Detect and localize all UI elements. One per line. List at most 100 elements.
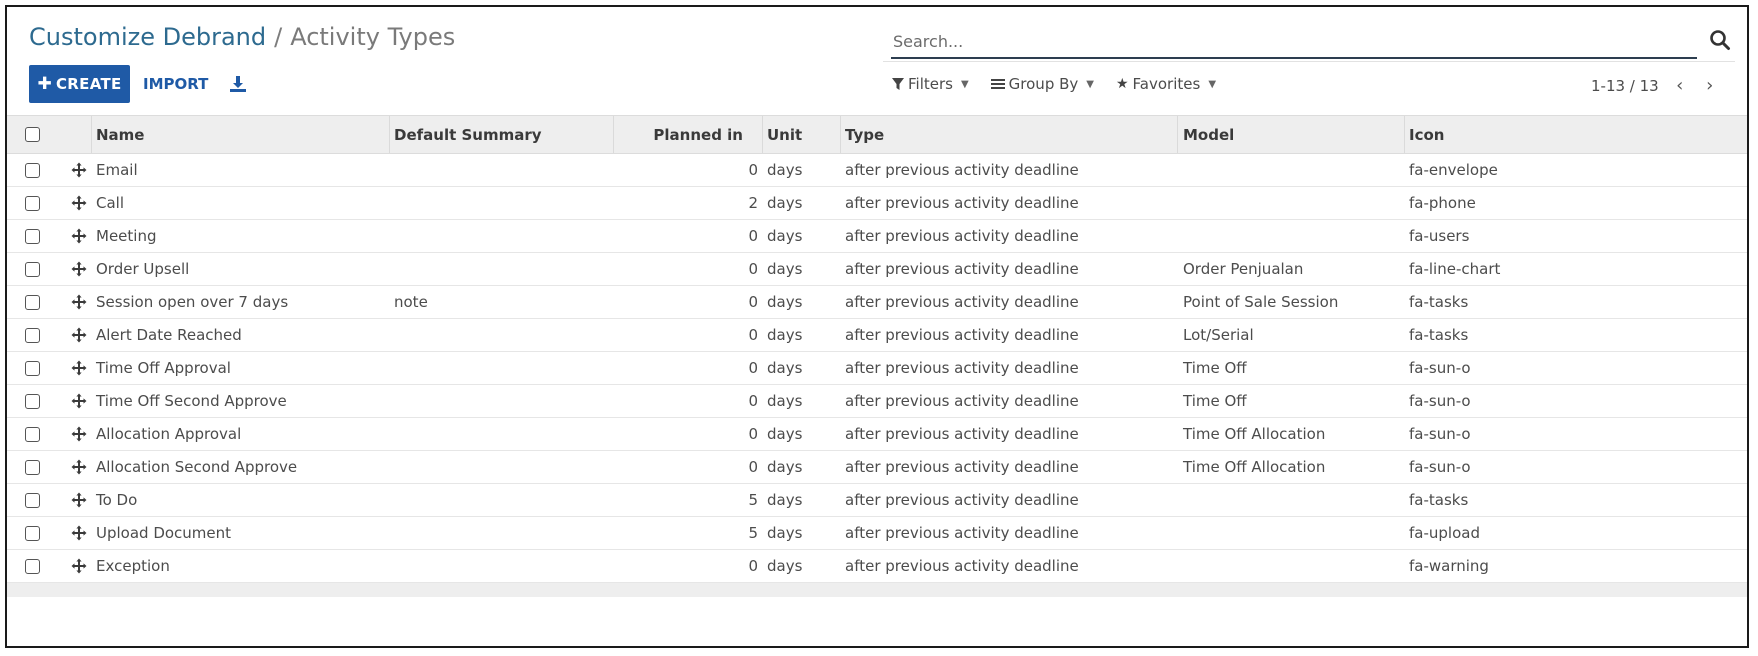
header-planned-in[interactable]: Planned in xyxy=(613,116,743,153)
drag-handle[interactable] xyxy=(71,451,87,483)
chevron-left-icon[interactable]: ‹ xyxy=(1671,75,1689,96)
row-checkbox[interactable] xyxy=(25,360,40,376)
table-row[interactable]: Allocation Second Approve 0 days after p… xyxy=(7,451,1747,484)
cell-planned-in: 0 xyxy=(748,260,758,278)
row-select-cell xyxy=(25,220,40,252)
table-row[interactable]: Exception 0 days after previous activity… xyxy=(7,550,1747,583)
table-row[interactable]: Email 0 days after previous activity dea… xyxy=(7,154,1747,187)
download-icon[interactable] xyxy=(229,75,247,93)
favorites-dropdown[interactable]: ★ Favorites ▼ xyxy=(1116,75,1216,93)
cell-name: Email xyxy=(96,161,138,179)
drag-handle[interactable] xyxy=(71,286,87,318)
cell-type: after previous activity deadline xyxy=(845,326,1079,344)
arrows-move-icon xyxy=(71,261,87,277)
drag-handle[interactable] xyxy=(71,352,87,384)
row-checkbox[interactable] xyxy=(25,393,40,409)
arrows-move-icon xyxy=(71,360,87,376)
row-checkbox[interactable] xyxy=(25,525,40,541)
cell-type: after previous activity deadline xyxy=(845,293,1079,311)
table-row[interactable]: Allocation Approval 0 days after previou… xyxy=(7,418,1747,451)
drag-handle[interactable] xyxy=(71,418,87,450)
import-button[interactable]: IMPORT xyxy=(143,65,208,103)
table-row[interactable]: Meeting 0 days after previous activity d… xyxy=(7,220,1747,253)
header-icon[interactable]: Icon xyxy=(1409,116,1444,153)
activity-types-table: Name Default Summary Planned in Unit Typ… xyxy=(7,115,1747,597)
header-default-summary[interactable]: Default Summary xyxy=(394,116,542,153)
drag-handle[interactable] xyxy=(71,220,87,252)
drag-handle[interactable] xyxy=(71,484,87,516)
drag-handle[interactable] xyxy=(71,187,87,219)
cell-planned-in: 0 xyxy=(748,392,758,410)
cell-model: Time Off xyxy=(1183,359,1247,377)
pager-range[interactable]: 1-13 / 13 xyxy=(1591,77,1659,95)
row-checkbox[interactable] xyxy=(25,459,40,475)
cell-model: Point of Sale Session xyxy=(1183,293,1339,311)
chevron-right-icon[interactable]: › xyxy=(1701,75,1719,96)
cell-planned-in: 0 xyxy=(748,326,758,344)
drag-handle[interactable] xyxy=(71,517,87,549)
row-checkbox[interactable] xyxy=(25,426,40,442)
row-checkbox[interactable] xyxy=(25,327,40,343)
table-row[interactable]: Session open over 7 days note 0 days aft… xyxy=(7,286,1747,319)
pager: 1-13 / 13 ‹ › xyxy=(1591,75,1719,96)
cell-model: Time Off xyxy=(1183,392,1247,410)
search-bar xyxy=(891,27,1701,59)
row-checkbox[interactable] xyxy=(25,492,40,508)
drag-handle[interactable] xyxy=(71,550,87,582)
table-row[interactable]: Upload Document 5 days after previous ac… xyxy=(7,517,1747,550)
search-input[interactable] xyxy=(891,27,1701,55)
row-checkbox[interactable] xyxy=(25,195,40,211)
table-body: Email 0 days after previous activity dea… xyxy=(7,154,1747,583)
cell-name: Order Upsell xyxy=(96,260,190,278)
table-row[interactable]: To Do 5 days after previous activity dea… xyxy=(7,484,1747,517)
drag-handle[interactable] xyxy=(71,319,87,351)
cell-planned-in: 5 xyxy=(748,524,758,542)
table-row[interactable]: Alert Date Reached 0 days after previous… xyxy=(7,319,1747,352)
star-icon: ★ xyxy=(1115,76,1129,92)
row-checkbox[interactable] xyxy=(25,294,40,310)
table-row[interactable]: Time Off Second Approve 0 days after pre… xyxy=(7,385,1747,418)
drag-handle[interactable] xyxy=(71,385,87,417)
table-row[interactable]: Order Upsell 0 days after previous activ… xyxy=(7,253,1747,286)
arrows-move-icon xyxy=(71,492,87,508)
row-checkbox[interactable] xyxy=(25,558,40,574)
cell-type: after previous activity deadline xyxy=(845,458,1079,476)
row-select-cell xyxy=(25,319,40,351)
cell-default-summary: note xyxy=(394,293,428,311)
row-checkbox[interactable] xyxy=(25,162,40,178)
header-model[interactable]: Model xyxy=(1183,116,1234,153)
filters-dropdown[interactable]: Filters ▼ xyxy=(892,75,969,93)
create-button[interactable]: ✚ CREATE xyxy=(29,65,130,103)
cell-unit: days xyxy=(767,359,803,377)
drag-handle[interactable] xyxy=(71,154,87,186)
cell-name: Alert Date Reached xyxy=(96,326,242,344)
row-checkbox[interactable] xyxy=(25,228,40,244)
select-all-checkbox[interactable] xyxy=(25,127,40,142)
cell-model: Lot/Serial xyxy=(1183,326,1254,344)
header-name[interactable]: Name xyxy=(96,116,144,153)
header-unit[interactable]: Unit xyxy=(767,116,802,153)
cell-name: Time Off Second Approve xyxy=(96,392,287,410)
breadcrumb-parent-link[interactable]: Customize Debrand xyxy=(29,23,266,51)
drag-handle[interactable] xyxy=(71,253,87,285)
cell-planned-in: 0 xyxy=(748,425,758,443)
row-select-cell xyxy=(25,154,40,186)
table-row[interactable]: Time Off Approval 0 days after previous … xyxy=(7,352,1747,385)
table-row[interactable]: Call 2 days after previous activity dead… xyxy=(7,187,1747,220)
breadcrumb: Customize Debrand / Activity Types xyxy=(29,23,455,51)
groupby-dropdown[interactable]: Group By ▼ xyxy=(990,75,1094,93)
cell-name: Allocation Second Approve xyxy=(96,458,298,476)
row-checkbox[interactable] xyxy=(25,261,40,277)
search-icon[interactable] xyxy=(1709,29,1731,51)
header-type[interactable]: Type xyxy=(845,116,884,153)
bars-icon xyxy=(990,79,1005,89)
cell-type: after previous activity deadline xyxy=(845,392,1079,410)
cell-planned-in: 0 xyxy=(748,227,758,245)
arrows-move-icon xyxy=(71,459,87,475)
create-button-label: CREATE xyxy=(56,75,122,93)
cell-model: Order Penjualan xyxy=(1183,260,1304,278)
arrows-move-icon xyxy=(71,426,87,442)
cell-icon: fa-line-chart xyxy=(1409,260,1501,278)
cell-type: after previous activity deadline xyxy=(845,194,1079,212)
cell-icon: fa-tasks xyxy=(1409,293,1469,311)
